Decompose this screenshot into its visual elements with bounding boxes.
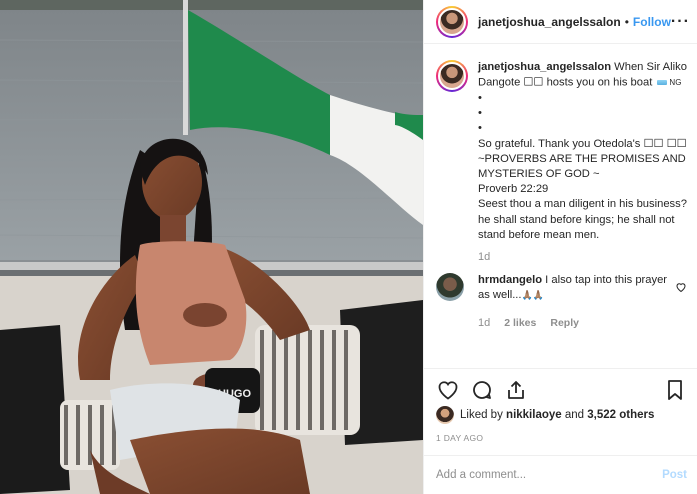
flag-emoji: [657, 80, 668, 86]
commenter-username[interactable]: hrmdangelo: [478, 274, 542, 286]
bookmark-save-icon[interactable]: [663, 378, 687, 402]
caption-bullet: •: [478, 107, 482, 120]
post-photo[interactable]: HUGO: [0, 0, 423, 494]
header-separator: •: [624, 14, 629, 29]
likes-prefix: Liked by: [460, 409, 503, 421]
comment-item: hrmdangelo I also tap into this prayer a…: [436, 273, 687, 303]
post-comment-button[interactable]: Post: [662, 469, 687, 481]
caption-avatar[interactable]: [436, 60, 468, 92]
caption-body: janetjoshua_angelssalon When Sir Aliko D…: [478, 60, 687, 243]
author-avatar[interactable]: [436, 5, 468, 38]
comment-time: 1d: [478, 317, 491, 329]
caption-username[interactable]: janetjoshua_angelssalon: [478, 61, 611, 73]
add-comment-bar: Post: [424, 455, 697, 494]
caption: janetjoshua_angelssalon When Sir Aliko D…: [436, 60, 687, 243]
flag-code: NG: [669, 78, 682, 88]
add-comment-input[interactable]: [436, 469, 663, 481]
comment-like-heart-icon[interactable]: [675, 281, 687, 293]
caption-bullet: •: [478, 122, 482, 135]
liker-username[interactable]: nikkilaoye: [506, 409, 562, 421]
comment-bubble-icon[interactable]: [470, 378, 494, 402]
likes-count[interactable]: 3,522 others: [587, 409, 654, 421]
author-username[interactable]: janetjoshua_angelssalon: [478, 15, 621, 29]
post-details-panel: janetjoshua_angelssalon • Follow ··· jan…: [423, 0, 697, 494]
more-options-icon[interactable]: ···: [671, 13, 690, 30]
caption-text: So grateful. Thank you Otedola's ☐☐ ☐☐ ~…: [478, 137, 687, 180]
commenter-avatar[interactable]: [436, 273, 464, 301]
comment-body: hrmdangelo I also tap into this prayer a…: [478, 273, 675, 303]
comments-section: janetjoshua_angelssalon When Sir Aliko D…: [436, 60, 687, 329]
follow-button[interactable]: Follow: [633, 15, 671, 29]
comment-meta: 1d 2 likes Reply: [478, 317, 687, 329]
action-bar: [424, 368, 697, 410]
comment-likes-count[interactable]: 2 likes: [504, 317, 536, 329]
caption-verse: Seest thou a man diligent in his busines…: [478, 198, 687, 241]
likes-summary: Liked by nikkilaoye and 3,522 others: [436, 406, 687, 424]
like-heart-icon[interactable]: [436, 378, 460, 402]
share-icon[interactable]: [504, 378, 528, 402]
post-header: janetjoshua_angelssalon • Follow ···: [424, 0, 697, 44]
caption-time: 1d: [478, 251, 491, 263]
liker-avatar[interactable]: [436, 406, 454, 424]
post-time-ago: 1 DAY AGO: [436, 433, 484, 443]
boat-scene-image: HUGO: [0, 0, 423, 494]
caption-verse-ref: Proverb 22:29: [478, 183, 549, 196]
instagram-post: HUGO janetjoshua_angelssalon • Follow ··…: [0, 0, 697, 494]
likes-conj: and: [564, 409, 585, 421]
comment-emoji: 🙏🏽🙏🏽: [521, 290, 544, 300]
comment-reply-button[interactable]: Reply: [550, 317, 579, 329]
caption-bullet: •: [478, 91, 482, 104]
